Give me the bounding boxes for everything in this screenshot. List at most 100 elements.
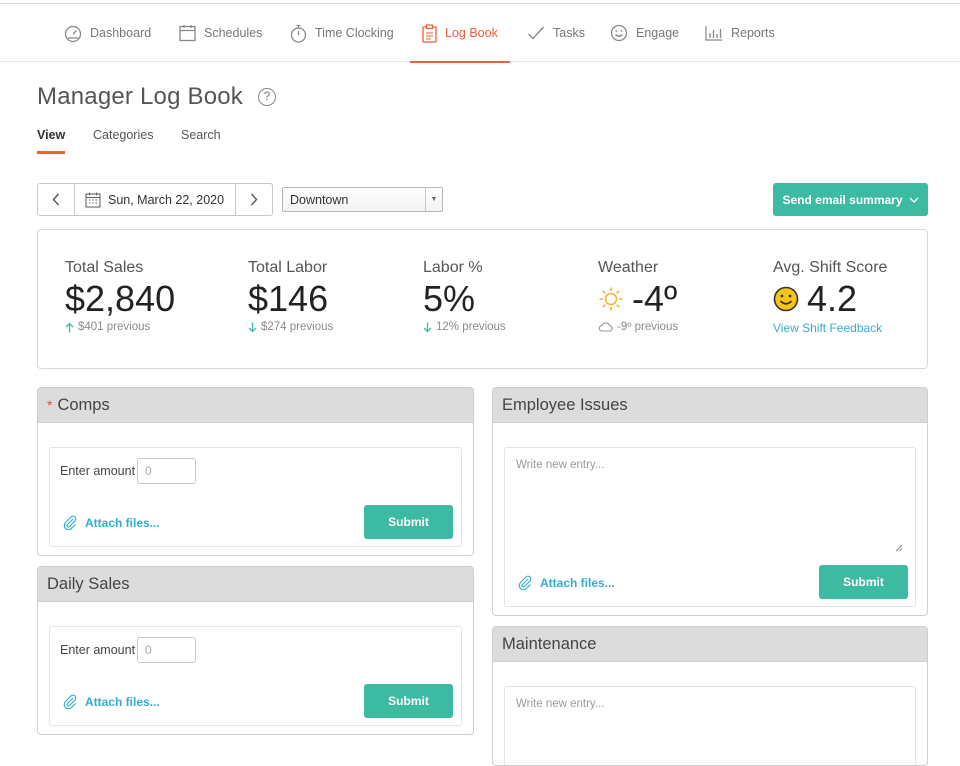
comps-panel: * Comps Enter amount 0 Attach files... S… xyxy=(37,387,474,556)
attach-files-link[interactable]: Attach files... xyxy=(63,515,160,530)
location-select[interactable]: Downtown ▼ xyxy=(282,187,443,212)
nav-schedules-label: Schedules xyxy=(204,26,263,40)
stat-value: 5% xyxy=(423,278,476,319)
panel-title: Maintenance xyxy=(502,634,597,653)
date-field[interactable]: Sun, March 22, 2020 xyxy=(75,184,235,215)
panel-title: Employee Issues xyxy=(502,395,628,414)
stat-value-row: -4º xyxy=(598,279,678,319)
date-picker: Sun, March 22, 2020 xyxy=(37,183,273,216)
daily-sales-panel: Daily Sales Enter amount 0 Attach files.… xyxy=(37,566,474,735)
main-nav: Dashboard Schedules Time Clocking Log Bo… xyxy=(0,4,960,63)
attach-files-link[interactable]: Attach files... xyxy=(63,694,160,709)
page-title: Manager Log Book xyxy=(37,83,244,110)
stat-value-row: 4.2 xyxy=(773,279,887,319)
chevron-right-icon xyxy=(250,193,258,206)
stat-label: Total Labor xyxy=(248,259,328,276)
attach-files-link[interactable]: Attach files... xyxy=(518,575,615,590)
stat-label: Avg. Shift Score xyxy=(773,259,888,276)
resize-handle-icon[interactable] xyxy=(895,544,903,552)
stat-label: Total Sales xyxy=(65,259,144,276)
help-icon[interactable]: ? xyxy=(258,88,276,106)
stat-labor-percent: Labor % 5% 12% previous xyxy=(423,259,506,333)
comps-entry-box: Enter amount 0 Attach files... Submit xyxy=(49,447,462,547)
nav-engage-label: Engage xyxy=(636,26,680,40)
arrow-up-icon xyxy=(65,322,74,332)
send-email-summary-label: Send email summary xyxy=(782,192,903,207)
nav-log-book[interactable]: Log Book xyxy=(410,4,510,63)
panel-title: Daily Sales xyxy=(47,574,130,593)
daily-sales-entry-box: Enter amount 0 Attach files... Submit xyxy=(49,626,462,726)
submit-button[interactable]: Submit xyxy=(364,684,453,718)
view-shift-feedback-link[interactable]: View Shift Feedback xyxy=(773,321,887,335)
stat-previous: -9º previous xyxy=(598,321,678,333)
stats-summary-card: Total Sales $2,840 $401 previous Total L… xyxy=(37,229,928,369)
employee-issues-entry-box: Write new entry... Attach files... Submi… xyxy=(504,447,916,607)
tab-search[interactable]: Search xyxy=(181,128,221,142)
nav-dashboard[interactable]: Dashboard xyxy=(64,4,151,62)
stat-previous: $274 previous xyxy=(248,321,333,333)
tab-view[interactable]: View xyxy=(37,128,65,142)
dashboard-icon xyxy=(64,25,82,42)
smiley-icon xyxy=(610,24,628,42)
paperclip-icon xyxy=(63,515,77,530)
stat-value: -4º xyxy=(632,278,678,319)
amount-label: Enter amount xyxy=(60,464,136,478)
bar-chart-icon xyxy=(705,26,722,41)
submit-button[interactable]: Submit xyxy=(819,565,908,599)
nav-tasks[interactable]: Tasks xyxy=(527,4,585,62)
required-marker: * xyxy=(47,397,53,413)
dropdown-arrow-icon: ▼ xyxy=(425,188,442,211)
nav-log-book-label: Log Book xyxy=(445,26,498,40)
employee-issues-panel: Employee Issues Write new entry... Attac… xyxy=(492,387,928,616)
paperclip-icon xyxy=(63,694,77,709)
stat-total-sales: Total Sales $2,840 $401 previous xyxy=(65,259,175,333)
calendar-icon xyxy=(179,25,196,42)
clipboard-icon xyxy=(422,23,437,43)
nav-schedules[interactable]: Schedules xyxy=(179,4,262,62)
stat-label: Weather xyxy=(598,259,659,276)
next-day-button[interactable] xyxy=(235,184,272,215)
location-value: Downtown xyxy=(290,192,349,207)
arrow-down-icon xyxy=(248,322,257,332)
tab-categories[interactable]: Categories xyxy=(93,128,153,142)
maintenance-panel: Maintenance Write new entry... xyxy=(492,626,928,766)
stat-avg-shift-score: Avg. Shift Score 4.2 View Shift Feedback xyxy=(773,259,887,335)
amount-input[interactable]: 0 xyxy=(137,458,196,484)
panel-header: * Comps xyxy=(38,388,473,423)
nav-engage[interactable]: Engage xyxy=(610,4,679,62)
nav-reports-label: Reports xyxy=(731,26,775,40)
chevron-left-icon xyxy=(52,193,60,206)
sun-icon xyxy=(599,287,623,311)
active-tab-indicator xyxy=(37,151,65,154)
previous-day-button[interactable] xyxy=(38,184,75,215)
stat-value: $2,840 xyxy=(65,278,176,319)
checkmark-icon xyxy=(528,26,545,40)
date-value: Sun, March 22, 2020 xyxy=(108,192,225,207)
arrow-down-icon xyxy=(423,322,432,332)
paperclip-icon xyxy=(518,575,532,590)
panel-header: Maintenance xyxy=(493,627,927,662)
stopwatch-icon xyxy=(290,24,307,43)
stat-value: $146 xyxy=(248,278,329,319)
panel-header: Employee Issues xyxy=(493,388,927,423)
nav-time-clocking[interactable]: Time Clocking xyxy=(290,4,394,62)
maintenance-entry-box: Write new entry... xyxy=(504,686,917,765)
new-entry-textarea[interactable]: Write new entry... xyxy=(505,448,917,556)
stat-value: 4.2 xyxy=(807,278,858,319)
cloud-icon xyxy=(598,322,613,332)
amount-input[interactable]: 0 xyxy=(137,637,196,663)
smiley-face-icon xyxy=(773,286,799,312)
chevron-down-icon xyxy=(909,194,919,206)
stat-previous: 12% previous xyxy=(423,321,506,333)
submit-button[interactable]: Submit xyxy=(364,505,453,539)
calendar-icon xyxy=(85,192,101,208)
stat-previous: $401 previous xyxy=(65,321,175,333)
new-entry-textarea[interactable]: Write new entry... xyxy=(505,687,917,747)
panel-title: Comps xyxy=(57,395,110,414)
send-email-summary-button[interactable]: Send email summary xyxy=(773,183,928,216)
stat-weather: Weather -4º -9º previous xyxy=(598,259,678,333)
nav-reports[interactable]: Reports xyxy=(705,4,775,62)
stat-label: Labor % xyxy=(423,259,483,276)
stat-total-labor: Total Labor $146 $274 previous xyxy=(248,259,333,333)
nav-tasks-label: Tasks xyxy=(553,26,585,40)
